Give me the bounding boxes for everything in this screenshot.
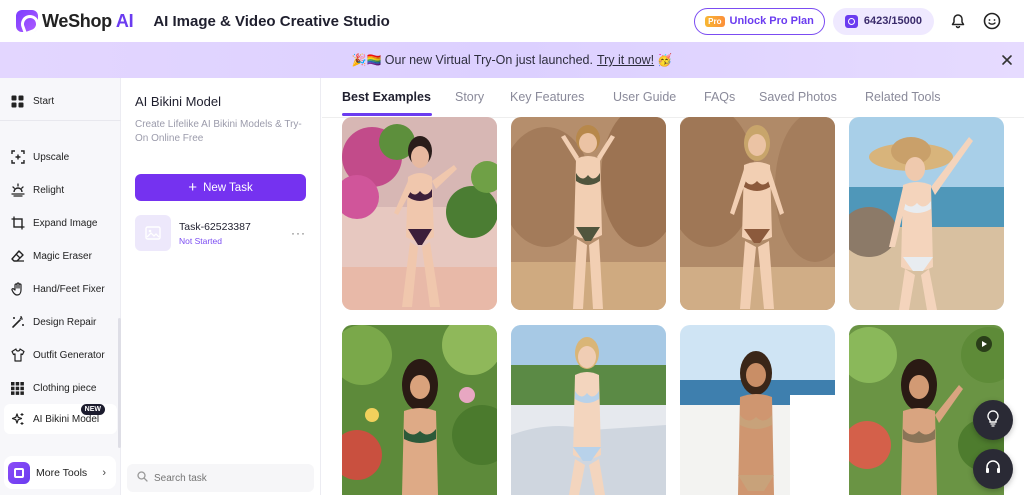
sidebar-item-start[interactable]: Start — [0, 86, 121, 116]
pro-badge: Pro — [705, 15, 725, 27]
credits-value: 6423/15000 — [863, 15, 922, 27]
lightbulb-tips-button[interactable] — [973, 400, 1013, 440]
logo-text: WeShop AI — [42, 10, 134, 31]
banner-text: Our new Virtual Try-On just launched. — [384, 53, 593, 67]
more-options-icon[interactable]: ··· — [291, 226, 306, 240]
grid-icon — [10, 94, 25, 109]
new-task-label: New Task — [203, 181, 253, 194]
magic-wand-icon — [10, 315, 25, 330]
support-button[interactable] — [973, 449, 1013, 489]
example-image-card[interactable] — [342, 117, 497, 310]
play-icon[interactable] — [976, 336, 992, 352]
unlock-pro-label: Unlock Pro Plan — [729, 15, 814, 27]
search-task-input[interactable] — [154, 472, 304, 484]
studio-title: AI Image & Video Creative Studio — [153, 12, 390, 30]
sidebar-item-magic-eraser[interactable]: Magic Eraser — [0, 241, 121, 271]
tab-faqs[interactable]: FAQs — [704, 90, 735, 104]
tool-description: Create Lifelike AI Bikini Models & Try-O… — [135, 119, 302, 144]
logo-icon — [16, 10, 38, 32]
example-image-card[interactable] — [680, 325, 835, 495]
announcement-banner: 🎉🏳️‍🌈 Our new Virtual Try-On just launch… — [0, 42, 1024, 78]
lightbulb-icon — [984, 409, 1002, 432]
credit-icon — [844, 14, 858, 28]
banner-link[interactable]: Try it now! — [597, 53, 654, 67]
chevron-right-icon: › — [102, 466, 106, 479]
credits-counter[interactable]: 6423/15000 — [832, 7, 934, 35]
weshop-logo[interactable]: WeShop AI — [16, 10, 134, 32]
sidebar-item-label: Clothing piece — [33, 382, 97, 394]
party-emoji: 🎉🏳️‍🌈 — [351, 53, 382, 67]
top-header: WeShop AI AI Image & Video Creative Stud… — [0, 0, 1024, 42]
user-avatar-icon[interactable] — [982, 11, 1002, 31]
sidebar-item-label: AI Bikini Model — [33, 413, 100, 425]
toolbox-icon — [8, 461, 30, 484]
shirt-icon — [10, 348, 25, 363]
relight-icon — [10, 183, 25, 198]
celebrate-emoji: 🥳 — [657, 53, 673, 67]
eraser-icon — [10, 249, 25, 264]
bell-icon[interactable] — [948, 11, 968, 31]
more-tools-label: More Tools — [36, 466, 88, 479]
tab-user-guide[interactable]: User Guide — [613, 90, 676, 104]
sidebar-item-hand-feet-fixer[interactable]: Hand/Feet Fixer — [0, 274, 121, 304]
task-status: Not Started — [179, 235, 222, 246]
active-tab-indicator — [342, 113, 432, 116]
sidebar-item-clothing-piece[interactable]: Clothing piece — [0, 373, 121, 403]
sidebar-item-label: Upscale — [33, 151, 70, 163]
tab-story[interactable]: Story — [455, 90, 484, 104]
tab-best-examples[interactable]: Best Examples — [342, 90, 431, 104]
tab-bar: Best Examples Story Key Features User Gu… — [322, 78, 1024, 118]
example-image-card[interactable] — [849, 117, 1004, 310]
upscale-icon — [10, 150, 25, 165]
task-panel: AI Bikini Model Create Lifelike AI Bikin… — [121, 78, 321, 495]
example-image-card[interactable] — [511, 117, 666, 310]
sidebar-item-label: Expand Image — [33, 217, 98, 229]
sparkle-icon — [10, 412, 25, 427]
new-task-button[interactable]: + New Task — [135, 174, 306, 201]
tab-related-tools[interactable]: Related Tools — [865, 90, 941, 104]
tab-saved-photos[interactable]: Saved Photos — [759, 90, 837, 104]
sidebar-item-label: Start — [33, 95, 55, 107]
sidebar-item-expand-image[interactable]: Expand Image — [0, 208, 121, 238]
sidebar-item-label: Outfit Generator — [33, 349, 105, 361]
example-image-card[interactable] — [680, 117, 835, 310]
sidebar-item-relight[interactable]: Relight — [0, 175, 121, 205]
sidebar-item-upscale[interactable]: Upscale — [0, 142, 121, 172]
sidebar-item-label: Magic Eraser — [33, 250, 92, 262]
clothing-grid-icon — [10, 381, 25, 396]
expand-icon — [10, 216, 25, 231]
close-icon[interactable] — [1000, 53, 1014, 67]
search-icon — [137, 471, 148, 485]
sidebar-item-label: Hand/Feet Fixer — [33, 283, 105, 295]
sidebar-divider — [0, 120, 121, 121]
new-badge: NEW — [80, 404, 105, 415]
more-tools-button[interactable]: More Tools › — [4, 456, 116, 489]
sidebar-item-ai-bikini-model[interactable]: AI Bikini Model NEW — [4, 404, 117, 434]
unlock-pro-button[interactable]: Pro Unlock Pro Plan — [694, 7, 825, 35]
task-list-item[interactable]: Task-62523387 Not Started ··· — [135, 214, 310, 252]
sidebar-item-outfit-generator[interactable]: Outfit Generator — [0, 340, 121, 370]
tools-sidebar: Start Upscale Relight Expand Image Magic… — [0, 78, 121, 495]
plus-icon: + — [188, 179, 198, 196]
tab-key-features[interactable]: Key Features — [510, 90, 584, 104]
example-image-card[interactable] — [511, 325, 666, 495]
example-image-card[interactable] — [342, 325, 497, 495]
sidebar-item-design-repair[interactable]: Design Repair — [0, 307, 121, 337]
hand-icon — [10, 282, 25, 297]
sidebar-item-label: Relight — [33, 184, 65, 196]
search-task-box[interactable] — [127, 464, 314, 492]
tool-title: AI Bikini Model — [135, 94, 221, 109]
image-placeholder-icon — [135, 215, 171, 251]
sidebar-item-label: Design Repair — [33, 316, 97, 328]
task-name: Task-62523387 — [179, 220, 251, 233]
headset-icon — [984, 458, 1002, 481]
